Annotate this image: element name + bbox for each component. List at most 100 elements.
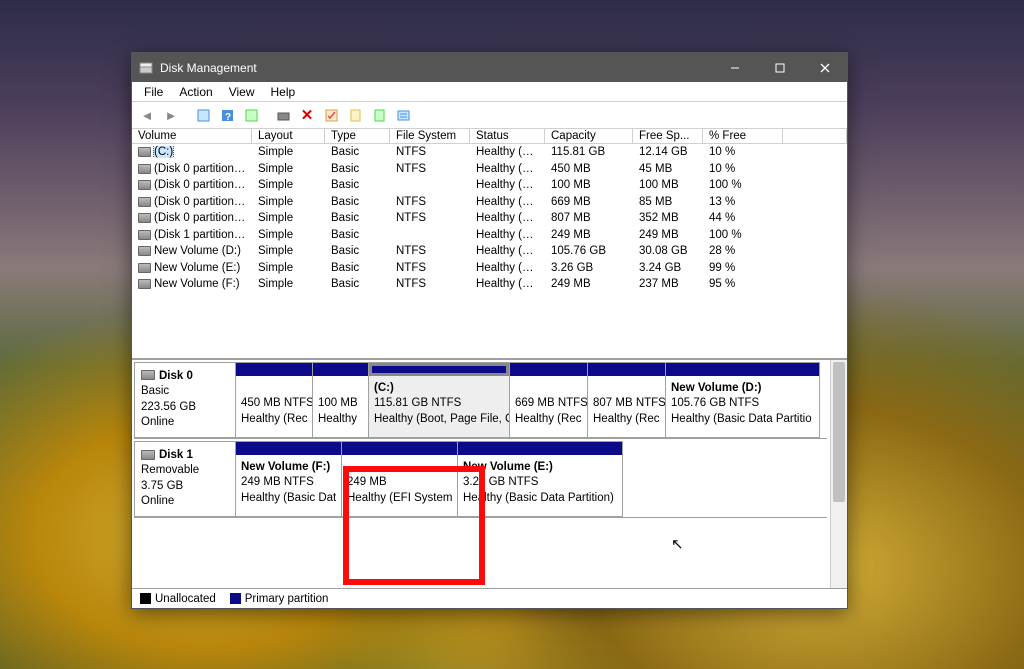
volume-type: Basic: [325, 212, 390, 224]
settings-icon[interactable]: [272, 104, 294, 126]
volume-name: (Disk 0 partition 5): [154, 196, 247, 208]
partition-status: Healthy (EFI System: [347, 492, 452, 504]
volume-row[interactable]: (Disk 0 partition 6)SimpleBasicNTFSHealt…: [132, 210, 847, 227]
disk-size: 223.56 GB: [141, 401, 196, 413]
volume-type: Basic: [325, 245, 390, 257]
col-pctfree[interactable]: % Free: [703, 129, 783, 143]
col-capacity[interactable]: Capacity: [545, 129, 633, 143]
partition[interactable]: 100 MBHealthy: [312, 362, 369, 438]
partition[interactable]: New Volume (D:)105.76 GB NTFSHealthy (Ba…: [665, 362, 820, 438]
layer-icon[interactable]: [192, 104, 214, 126]
menu-view[interactable]: View: [221, 84, 263, 100]
volume-type: Basic: [325, 229, 390, 241]
volume-row[interactable]: (Disk 0 partition 1)SimpleBasicNTFSHealt…: [132, 161, 847, 178]
volume-row[interactable]: (C:)SimpleBasicNTFSHealthy (B...115.81 G…: [132, 144, 847, 161]
volume-row[interactable]: (Disk 0 partition 5)SimpleBasicNTFSHealt…: [132, 194, 847, 211]
partition[interactable]: 450 MB NTFSHealthy (Rec: [235, 362, 313, 438]
volume-fs: NTFS: [390, 262, 470, 274]
partition[interactable]: New Volume (E:)3.26 GB NTFSHealthy (Basi…: [457, 441, 623, 517]
col-freespace[interactable]: Free Sp...: [633, 129, 703, 143]
volume-type: Basic: [325, 146, 390, 158]
volume-row[interactable]: New Volume (D:)SimpleBasicNTFSHealthy (B…: [132, 243, 847, 260]
volume-pctfree: 10 %: [703, 146, 783, 158]
disk-row: Disk 0Basic223.56 GBOnline450 MB NTFSHea…: [134, 362, 827, 439]
volume-layout: Simple: [252, 146, 325, 158]
menu-action[interactable]: Action: [171, 84, 220, 100]
partition-status: Healthy (Basic Data Partition): [463, 492, 614, 504]
maximize-button[interactable]: [757, 53, 802, 82]
help-icon[interactable]: ?: [216, 104, 238, 126]
volume-free: 30.08 GB: [633, 245, 703, 257]
volume-status: Healthy (R...: [470, 196, 545, 208]
partition-status: Healthy (Rec: [241, 413, 307, 425]
col-status[interactable]: Status: [470, 129, 545, 143]
volume-name: (Disk 1 partition 2): [154, 229, 247, 241]
back-button[interactable]: ◄: [136, 104, 158, 126]
volume-row[interactable]: (Disk 0 partition 2)SimpleBasicHealthy (…: [132, 177, 847, 194]
toolbar: ◄ ► ? ✕: [132, 102, 847, 129]
menu-help[interactable]: Help: [263, 84, 304, 100]
volume-name: (Disk 0 partition 2): [154, 179, 247, 191]
col-layout[interactable]: Layout: [252, 129, 325, 143]
check-icon[interactable]: [320, 104, 342, 126]
menu-file[interactable]: File: [136, 84, 171, 100]
delete-icon[interactable]: ✕: [296, 104, 318, 126]
col-volume[interactable]: Volume: [132, 129, 252, 143]
disk-state: Online: [141, 416, 174, 428]
volume-icon: [138, 279, 151, 289]
volume-icon: [138, 180, 151, 190]
partition-stripe: [666, 363, 819, 376]
volume-pctfree: 99 %: [703, 262, 783, 274]
partition-size: 807 MB NTFS: [593, 397, 665, 409]
volume-status: Healthy (R...: [470, 212, 545, 224]
volume-free: 3.24 GB: [633, 262, 703, 274]
volume-fs: NTFS: [390, 278, 470, 290]
partition[interactable]: 669 MB NTFSHealthy (Rec: [509, 362, 588, 438]
partition[interactable]: 249 MBHealthy (EFI System: [341, 441, 458, 517]
volume-status: Healthy (B...: [470, 278, 545, 290]
volume-row[interactable]: New Volume (E:)SimpleBasicNTFSHealthy (B…: [132, 260, 847, 277]
menubar: File Action View Help: [132, 82, 847, 102]
col-type[interactable]: Type: [325, 129, 390, 143]
col-filesystem[interactable]: File System: [390, 129, 470, 143]
partition[interactable]: 807 MB NTFSHealthy (Rec: [587, 362, 666, 438]
partition-stripe: [458, 442, 622, 455]
minimize-button[interactable]: [712, 53, 757, 82]
volume-layout: Simple: [252, 229, 325, 241]
disk-info[interactable]: Disk 0Basic223.56 GBOnline: [134, 362, 236, 438]
volume-icon: [138, 230, 151, 240]
disk-info[interactable]: Disk 1Removable3.75 GBOnline: [134, 441, 236, 517]
partition-size: 100 MB: [318, 397, 358, 409]
disk-row: Disk 1Removable3.75 GBOnline New Volume (…: [134, 441, 827, 518]
partition-stripe: [342, 442, 457, 455]
titlebar[interactable]: Disk Management: [132, 53, 847, 82]
volume-free: 85 MB: [633, 196, 703, 208]
wizard-icon[interactable]: [368, 104, 390, 126]
volume-pctfree: 28 %: [703, 245, 783, 257]
partition[interactable]: New Volume (F:)249 MB NTFSHealthy (Basic…: [235, 441, 342, 517]
volume-row[interactable]: New Volume (F:)SimpleBasicNTFSHealthy (B…: [132, 276, 847, 293]
close-button[interactable]: [802, 53, 847, 82]
sheet-icon[interactable]: [344, 104, 366, 126]
volume-icon: [138, 213, 151, 223]
legend-primary: Primary partition: [245, 593, 329, 605]
volume-type: Basic: [325, 278, 390, 290]
volume-row[interactable]: (Disk 1 partition 2)SimpleBasicHealthy (…: [132, 227, 847, 244]
vertical-scrollbar[interactable]: [830, 360, 847, 589]
volume-capacity: 450 MB: [545, 163, 633, 175]
partition-title: New Volume (D:): [671, 382, 762, 394]
partition[interactable]: (C:)115.81 GB NTFSHealthy (Boot, Page Fi…: [368, 362, 510, 438]
volume-layout: Simple: [252, 278, 325, 290]
volume-capacity: 115.81 GB: [545, 146, 633, 158]
partition-size: 249 MB NTFS: [241, 476, 314, 488]
volume-list: Volume Layout Type File System Status Ca…: [132, 129, 847, 359]
volume-free: 249 MB: [633, 229, 703, 241]
refresh-icon[interactable]: [240, 104, 262, 126]
partition-title: New Volume (F:): [241, 461, 330, 473]
volume-status: Healthy (E...: [470, 179, 545, 191]
partition-size: 105.76 GB NTFS: [671, 397, 759, 409]
scrollbar-thumb[interactable]: [833, 362, 845, 502]
list-icon[interactable]: [392, 104, 414, 126]
forward-button[interactable]: ►: [160, 104, 182, 126]
volume-name: (Disk 0 partition 1): [154, 163, 247, 175]
